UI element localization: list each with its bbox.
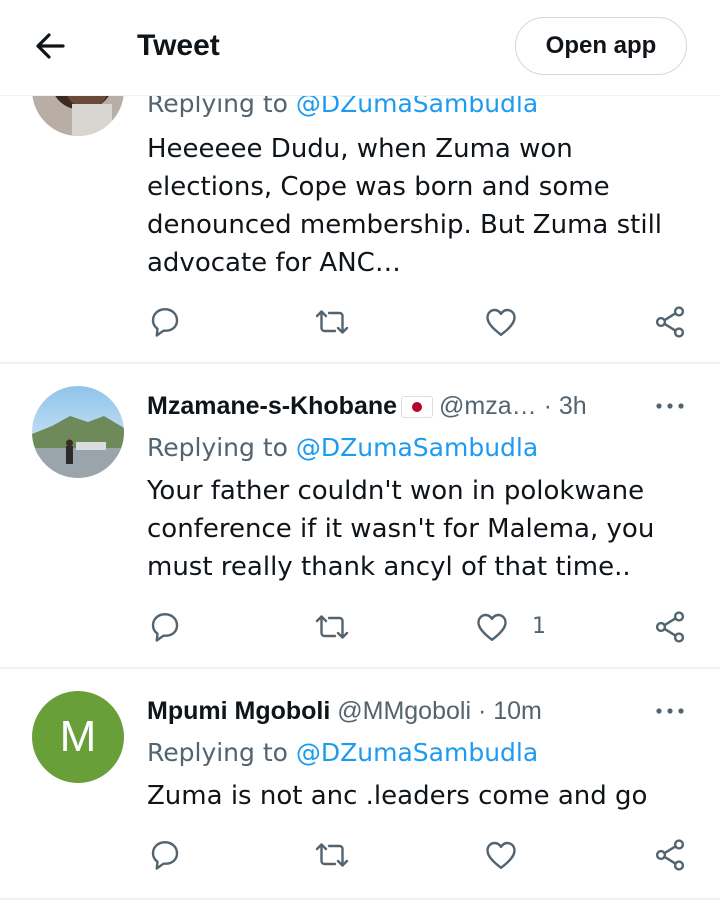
replying-to-label: Replying to	[147, 433, 288, 462]
replying-to: Replying to @DZumaSambudla	[147, 430, 538, 466]
more-options-icon[interactable]	[652, 699, 688, 723]
top-bar: Tweet Open app	[0, 0, 720, 96]
reply-icon[interactable]	[147, 837, 183, 873]
tweet-text: Zuma is not anc .leaders come and go	[147, 781, 648, 811]
divider	[0, 898, 720, 900]
page-title: Tweet	[137, 29, 220, 62]
tweet-header: Mzamane-s-Khobane @mza… · 3h	[147, 388, 647, 424]
like-count: 1	[532, 614, 546, 639]
retweet-icon[interactable]	[314, 609, 350, 645]
open-app-button[interactable]: Open app	[515, 17, 687, 75]
user-handle[interactable]: @MMgoboli	[337, 697, 471, 725]
reply-icon[interactable]	[147, 304, 183, 340]
tweet-reply[interactable]: M Mpumi Mgoboli @MMgoboli · 10m Replying…	[0, 669, 720, 898]
replying-to-handle[interactable]: @DZumaSambudla	[296, 433, 538, 462]
timestamp[interactable]: 3h	[559, 392, 587, 420]
tweet-text: Your father couldn't won in polokwane co…	[147, 476, 655, 582]
share-icon[interactable]	[652, 837, 688, 873]
display-name[interactable]: Mpumi Mgoboli	[147, 697, 330, 725]
user-handle[interactable]: @mza…	[439, 392, 537, 420]
tweet-text: Heeeeee Dudu, when Zuma won elections, C…	[147, 134, 663, 278]
japan-flag-icon	[401, 396, 434, 419]
retweet-icon[interactable]	[314, 304, 350, 340]
replying-to-handle[interactable]: @DZumaSambudla	[296, 738, 538, 767]
avatar-letter: M	[59, 712, 97, 761]
timestamp[interactable]: 10m	[493, 697, 542, 725]
display-name[interactable]: Mzamane-s-Khobane	[147, 392, 397, 420]
tweet-header: Mpumi Mgoboli @MMgoboli · 10m	[147, 693, 647, 729]
like-icon[interactable]	[474, 609, 510, 645]
replying-to: Replying to @DZumaSambudla	[147, 735, 538, 771]
avatar[interactable]: M	[32, 691, 124, 783]
tweet-reply[interactable]: Mzamane-s-Khobane @mza… · 3h Replying to …	[0, 364, 720, 667]
back-arrow-icon[interactable]	[30, 26, 70, 66]
share-icon[interactable]	[652, 609, 688, 645]
avatar[interactable]	[32, 386, 124, 478]
reply-icon[interactable]	[147, 609, 183, 645]
retweet-icon[interactable]	[314, 837, 350, 873]
like-icon[interactable]	[483, 304, 519, 340]
share-icon[interactable]	[652, 304, 688, 340]
separator: ·	[543, 392, 552, 420]
replying-to-label: Replying to	[147, 738, 288, 767]
like-icon[interactable]	[483, 837, 519, 873]
separator: ·	[477, 697, 487, 725]
more-options-icon[interactable]	[652, 394, 688, 418]
